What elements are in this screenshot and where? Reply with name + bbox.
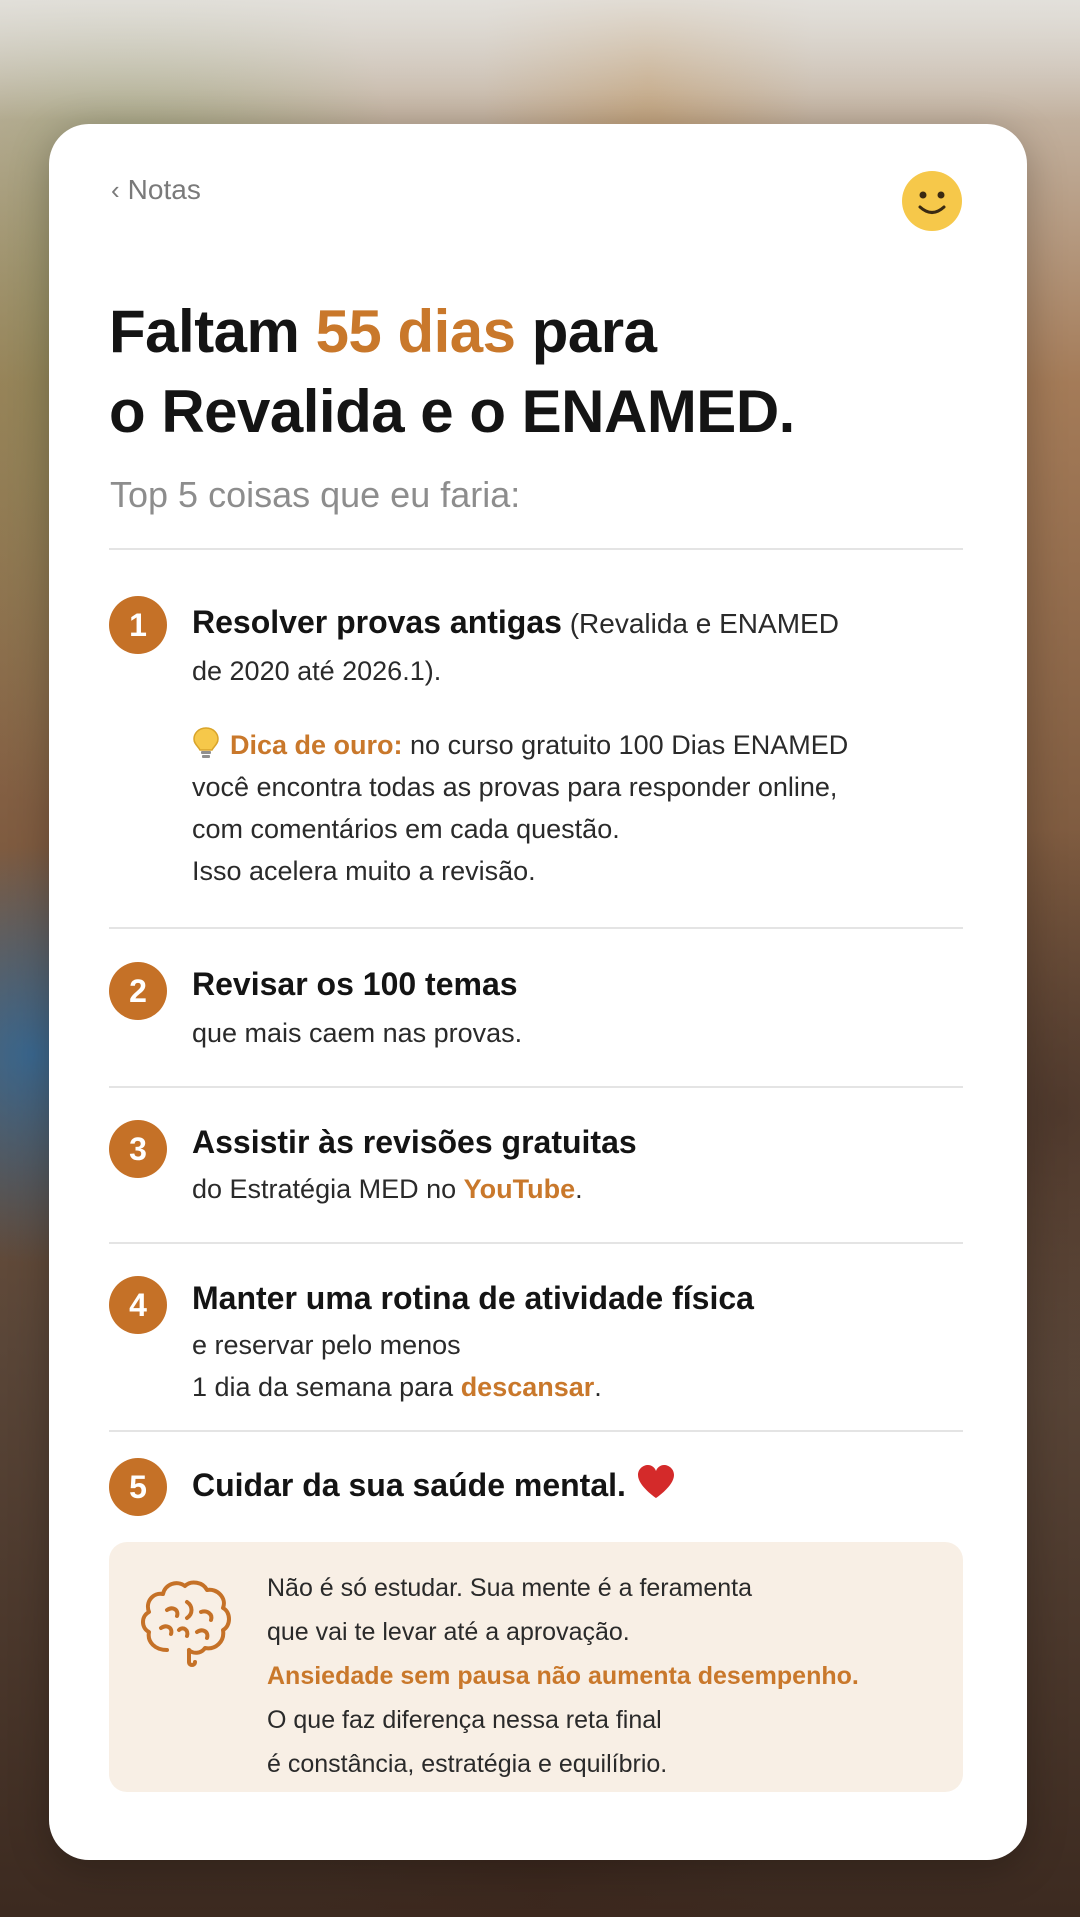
page-title: Faltam 55 dias para o Revalida e o ENAME… bbox=[109, 292, 989, 452]
item-title-suffix: (Revalida e ENAMED bbox=[561, 608, 839, 639]
tip-line: você encontra todas as provas para respo… bbox=[192, 772, 838, 802]
item-number-badge: 2 bbox=[109, 962, 167, 1020]
lightbulb-icon bbox=[193, 727, 219, 758]
title-text-end: para bbox=[515, 298, 657, 365]
brain-icon bbox=[141, 1580, 231, 1667]
item-number-badge: 1 bbox=[109, 596, 167, 654]
item-number-badge: 4 bbox=[109, 1276, 167, 1334]
item-description: do Estratégia MED no YouTube. bbox=[192, 1168, 583, 1210]
divider bbox=[109, 1242, 963, 1244]
item-description: que mais caem nas provas. bbox=[192, 1018, 523, 1048]
back-label: Notas bbox=[127, 174, 201, 205]
back-button[interactable]: ‹ Notas bbox=[111, 174, 201, 206]
callout-text: Não é só estudar. Sua mente é a ferament… bbox=[267, 1566, 859, 1786]
tip-line: com comentários em cada questão. bbox=[192, 814, 620, 844]
heart-icon bbox=[637, 1465, 674, 1498]
item-text-highlight: descansar bbox=[460, 1372, 595, 1402]
smiley-face-icon[interactable] bbox=[901, 170, 963, 232]
days-highlight: 55 dias bbox=[315, 298, 516, 365]
callout-line: que vai te levar até a aprovação. bbox=[267, 1618, 630, 1646]
item-text-prefix: 1 dia da semana para bbox=[192, 1372, 461, 1402]
callout-highlight: Ansiedade sem pausa não aumenta desempen… bbox=[267, 1662, 859, 1690]
background-blur bbox=[0, 0, 1080, 120]
item-number-badge: 5 bbox=[109, 1458, 167, 1516]
item-title: Resolver provas antigas (Revalida e ENAM… bbox=[192, 604, 839, 641]
youtube-link[interactable]: YouTube bbox=[464, 1174, 575, 1204]
callout-line: Não é só estudar. Sua mente é a ferament… bbox=[267, 1574, 753, 1602]
item-text-suffix: . bbox=[594, 1372, 602, 1402]
divider bbox=[109, 1430, 963, 1432]
item-title: Manter uma rotina de atividade física bbox=[192, 1280, 754, 1316]
tip-line: Isso acelera muito a revisão. bbox=[192, 856, 536, 886]
mental-health-callout: Não é só estudar. Sua mente é a ferament… bbox=[109, 1542, 963, 1792]
item-description: e reservar pelo menos 1 dia da semana pa… bbox=[192, 1324, 602, 1408]
title-line2: o Revalida e o ENAMED. bbox=[109, 378, 795, 445]
chevron-left-icon: ‹ bbox=[111, 175, 120, 205]
item-text-prefix: do Estratégia MED no bbox=[192, 1174, 464, 1204]
item-title-text: Resolver provas antigas bbox=[192, 604, 562, 640]
item-title: Revisar os 100 temas bbox=[192, 966, 518, 1002]
note-card: ‹ Notas Faltam 55 dias para o Revalida e … bbox=[49, 124, 1027, 1860]
callout-line: O que faz diferença nessa reta final bbox=[267, 1706, 662, 1734]
divider bbox=[109, 548, 963, 550]
item-text-suffix: . bbox=[575, 1174, 583, 1204]
tip-block: Dica de ouro: no curso gratuito 100 Dias… bbox=[192, 724, 848, 892]
item-title-text: Cuidar da sua saúde mental. bbox=[192, 1467, 626, 1503]
item-description: de 2020 até 2026.1). bbox=[192, 656, 442, 686]
tip-first-line: no curso gratuito 100 Dias ENAMED bbox=[402, 730, 849, 760]
title-text: Faltam bbox=[109, 298, 316, 365]
callout-line: é constância, estratégia e equilíbrio. bbox=[267, 1750, 668, 1778]
item-title: Cuidar da sua saúde mental. bbox=[192, 1464, 676, 1504]
item-title: Assistir às revisões gratuitas bbox=[192, 1124, 637, 1160]
item-number-badge: 3 bbox=[109, 1120, 167, 1178]
divider bbox=[109, 1086, 963, 1088]
divider bbox=[109, 927, 963, 929]
item-text-line: e reservar pelo menos bbox=[192, 1330, 461, 1360]
tip-label: Dica de ouro: bbox=[230, 730, 403, 760]
subtitle: Top 5 coisas que eu faria: bbox=[110, 474, 521, 515]
